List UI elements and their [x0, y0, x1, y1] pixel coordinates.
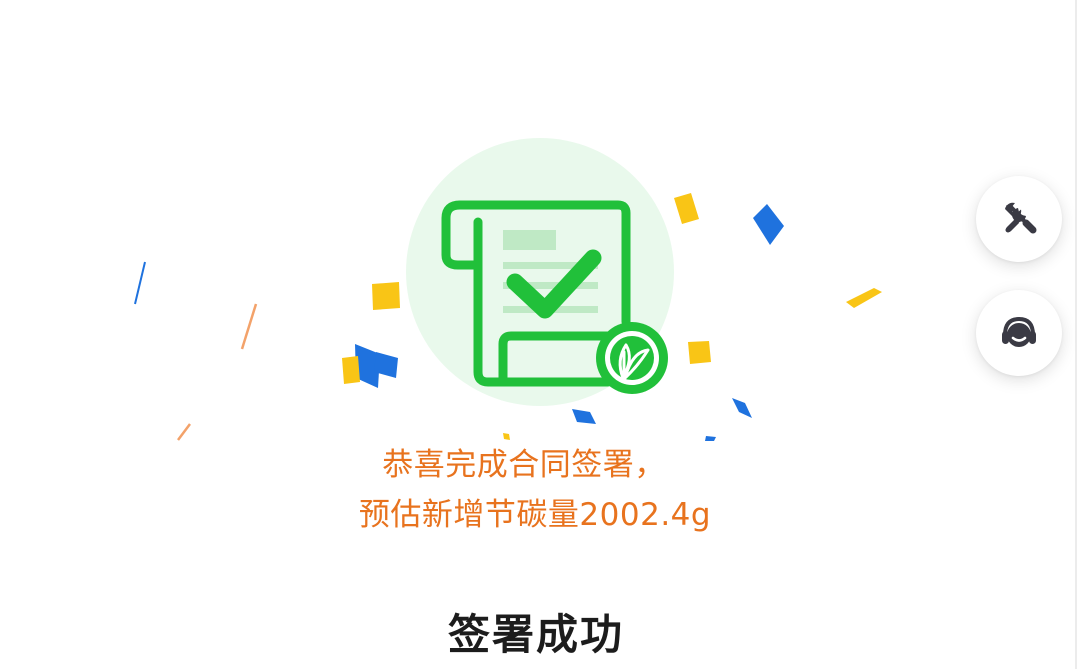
confetti-piece [688, 341, 711, 364]
success-title: 签署成功 [447, 610, 624, 659]
carbon-saving-message-line2: 预估新增节碳量2002.4g [358, 497, 712, 533]
confetti-streak [240, 303, 258, 350]
confetti-streak [177, 423, 191, 441]
confetti-piece [372, 282, 400, 310]
document-heading-bar [503, 230, 556, 250]
confetti-piece [342, 356, 360, 384]
tools-icon [1005, 202, 1037, 234]
confetti-piece [572, 409, 596, 424]
success-illustration [134, 138, 882, 441]
confetti-piece [705, 436, 716, 441]
carbon-saving-message-line1: 恭喜完成合同签署， [382, 447, 666, 483]
leaf-badge-disc [610, 336, 654, 380]
customer-service-icon [1002, 316, 1036, 347]
confetti-piece [503, 433, 510, 440]
success-page: 恭喜完成合同签署， 预估新增节碳量2002.4g 签署成功 [0, 0, 1080, 669]
confetti-piece [846, 288, 882, 308]
tools-button[interactable] [976, 176, 1062, 262]
confetti-streak [134, 261, 146, 305]
customer-service-button[interactable] [976, 290, 1062, 376]
confetti-piece [753, 204, 784, 245]
confetti-piece [732, 398, 752, 418]
confetti-piece [674, 193, 699, 224]
